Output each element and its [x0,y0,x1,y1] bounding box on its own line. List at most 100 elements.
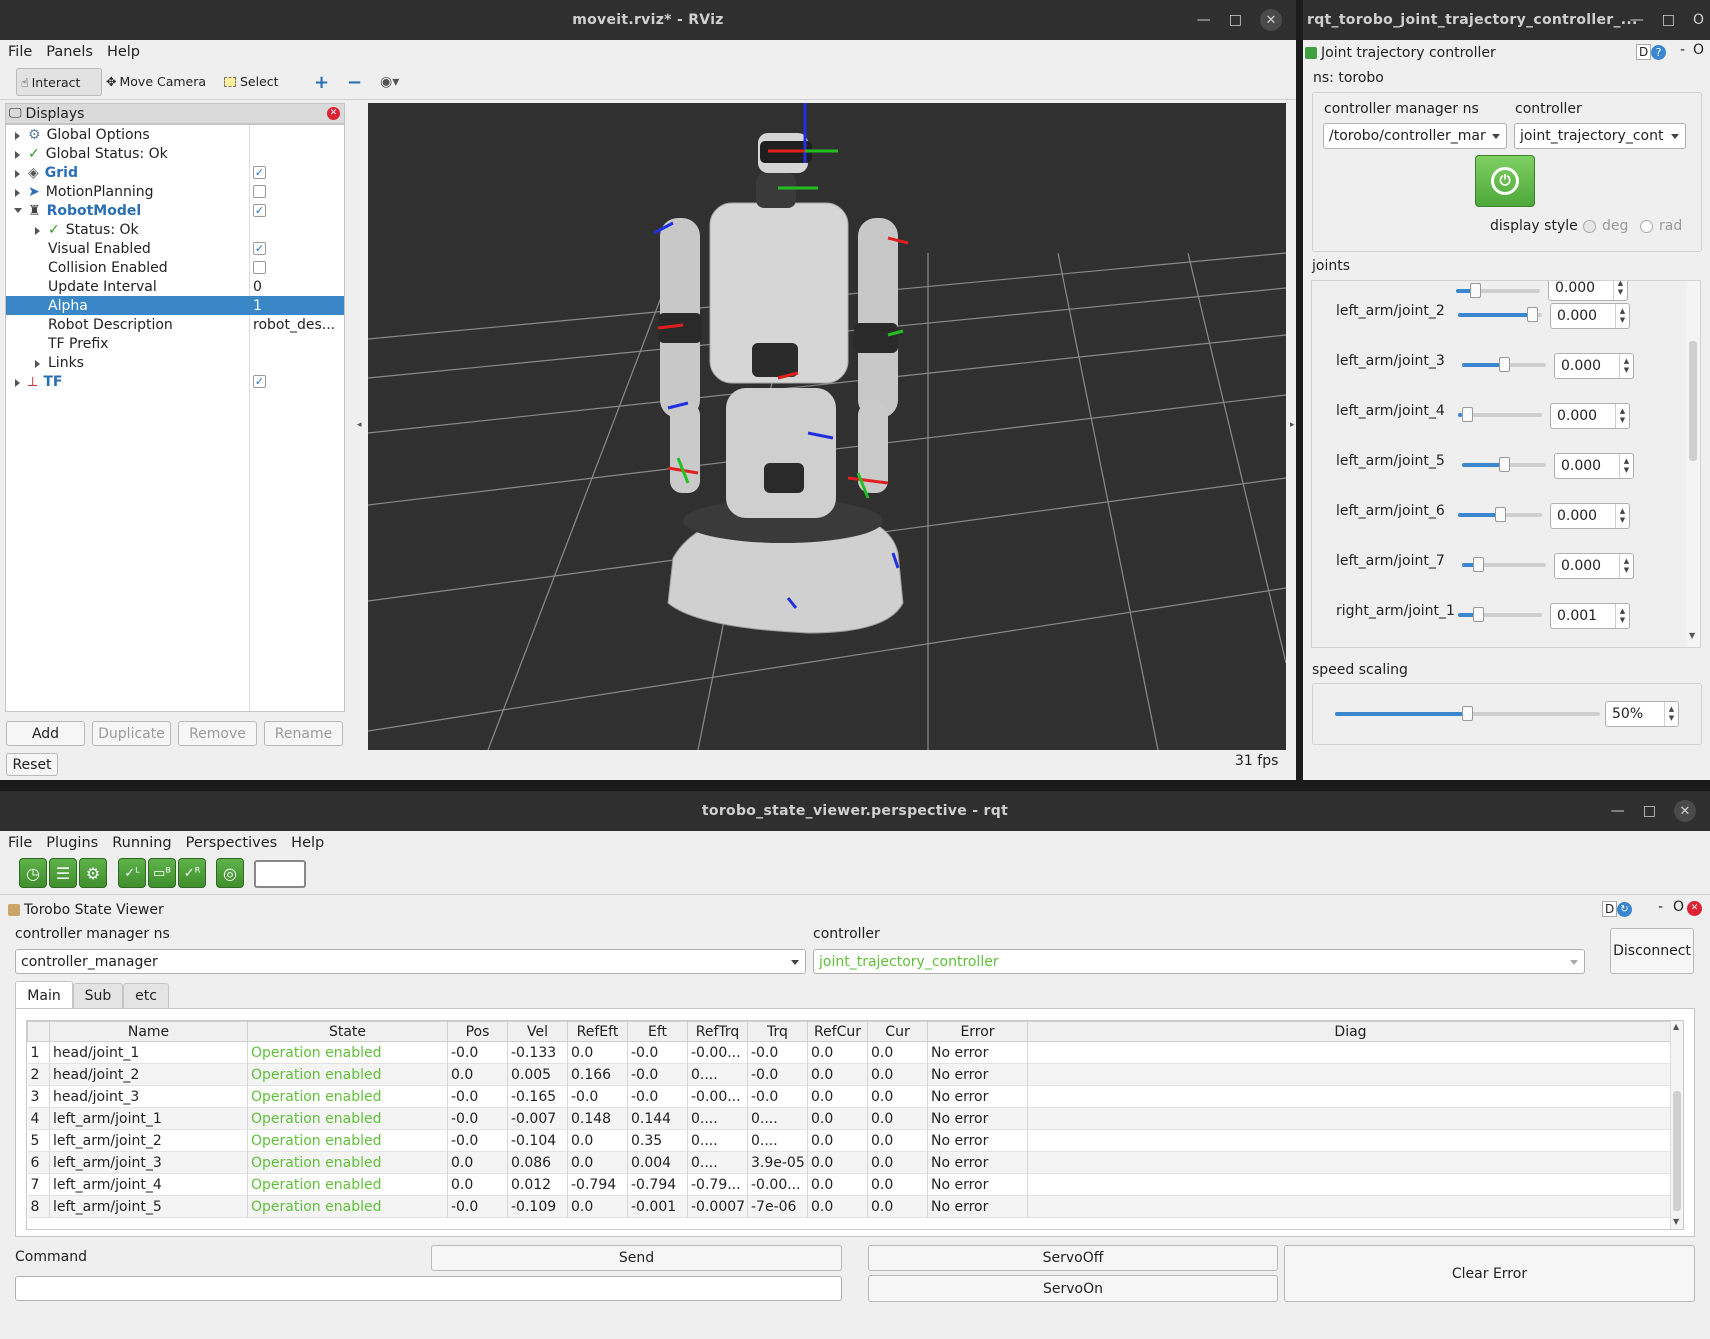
servo-off-button[interactable]: ServoOff [868,1245,1278,1271]
table-cell[interactable]: 0.0 [807,1173,868,1196]
row-number[interactable]: 8 [27,1195,50,1218]
column-header-trq[interactable]: Trq [747,1021,808,1042]
joint-spinbox[interactable]: 0.000 ▲ ▼ [1554,453,1634,479]
table-cell[interactable]: 0.0 [807,1063,868,1086]
table-cell[interactable]: head/joint_3 [49,1085,248,1108]
expand-arrow[interactable] [35,360,40,368]
tree-links[interactable]: Links [48,353,84,372]
table-cell[interactable]: -0.0 [567,1085,628,1108]
row-number[interactable]: 1 [27,1041,50,1064]
table-cell[interactable]: -0.0 [447,1107,508,1130]
battery-icon[interactable] [254,860,306,888]
table-cell[interactable]: left_arm/joint_1 [49,1107,248,1130]
menu-running[interactable]: Running [112,835,171,851]
table-cell[interactable]: Operation enabled [247,1107,448,1130]
table-cell[interactable]: 0.0 [447,1151,508,1174]
maximize-icon[interactable]: □ [1229,12,1242,28]
joint-slider[interactable] [1458,407,1542,422]
expand-arrow[interactable] [35,227,40,235]
tab-etc[interactable]: etc [123,983,169,1009]
rename-display-button[interactable]: Rename [264,721,343,746]
viewer-cm-ns-combo[interactable]: controller_manager [15,949,806,974]
table-cell[interactable]: 0.0 [567,1041,628,1064]
table-cell[interactable]: No error [927,1063,1028,1086]
table-cell[interactable]: Operation enabled [247,1041,448,1064]
column-header-refeft[interactable]: RefEft [567,1021,628,1042]
tf-checkbox[interactable]: ✓ [253,375,266,388]
table-cell[interactable]: 0.004 [627,1151,688,1174]
table-row[interactable]: 8 left_arm/joint_5 Operation enabled -0.0 -0… [27,1195,1674,1218]
menu-file[interactable]: File [8,835,32,851]
tree-collision-enabled[interactable]: Collision Enabled [48,258,168,277]
table-cell[interactable]: left_arm/joint_3 [49,1151,248,1174]
document-icon[interactable]: ☰ [49,858,77,888]
reload-icon[interactable]: ↻ [1617,902,1632,917]
scrollbar-thumb[interactable] [1673,1091,1681,1211]
tree-alpha[interactable]: Alpha [48,296,88,315]
tree-global-options[interactable]: ⚙ Global Options [28,125,150,144]
menu-plugins[interactable]: Plugins [46,835,98,851]
close-icon[interactable]: O [1693,12,1704,28]
table-cell[interactable] [1027,1063,1674,1086]
table-cell[interactable]: 0.0 [867,1151,928,1174]
expand-arrow[interactable] [15,132,20,140]
menu-file[interactable]: File [8,44,32,60]
table-cell[interactable]: 0.144 [627,1107,688,1130]
table-cell[interactable]: -0.0 [447,1041,508,1064]
table-cell[interactable]: -0.001 [627,1195,688,1218]
table-cell[interactable]: head/joint_1 [49,1041,248,1064]
add-tool-icon[interactable]: + [314,72,329,93]
jtc-controller-combo[interactable]: joint_trajectory_cont [1514,123,1686,149]
table-cell[interactable]: No error [927,1151,1028,1174]
close-plugin-icon[interactable]: O [1673,899,1684,915]
table-cell[interactable]: left_arm/joint_5 [49,1195,248,1218]
table-cell[interactable]: 0.0 [867,1195,928,1218]
row-number[interactable]: 4 [27,1107,50,1130]
deg-radio[interactable]: deg [1583,218,1628,234]
close-plugin-icon[interactable]: O [1693,42,1704,58]
joint-slider[interactable] [1456,283,1540,298]
remove-display-button[interactable]: Remove [178,721,257,746]
table-cell[interactable]: -0.79... [687,1173,748,1196]
table-row[interactable]: 3 head/joint_3 Operation enabled -0.0 -0.165… [27,1085,1674,1108]
tree-robot-description[interactable]: Robot Description [48,315,173,334]
column-header-state[interactable]: State [247,1021,448,1042]
table-cell[interactable]: 0.0 [867,1041,928,1064]
scrollbar-thumb[interactable] [1689,341,1697,461]
tree-robot-model[interactable]: ♜ RobotModel [28,201,141,220]
table-cell[interactable]: 0.... [687,1129,748,1152]
column-header-diag[interactable]: Diag [1027,1021,1674,1042]
table-cell[interactable] [1027,1085,1674,1108]
table-cell[interactable]: -0.0 [447,1129,508,1152]
table-cell[interactable]: 0.166 [567,1063,628,1086]
joint-slider[interactable] [1458,607,1542,622]
minimize-icon[interactable]: — [1197,12,1211,28]
scroll-down-icon[interactable]: ▼ [1673,1217,1679,1226]
menu-help[interactable]: Help [107,44,140,60]
table-cell[interactable]: -0.0 [627,1041,688,1064]
joint-spinbox[interactable]: 0.001 ▲ ▼ [1550,603,1630,629]
table-cell[interactable]: Operation enabled [247,1151,448,1174]
table-cell[interactable]: -0.0 [627,1085,688,1108]
table-cell[interactable]: 3.9e-05 [747,1151,808,1174]
clock-icon[interactable]: ◷ [19,858,47,888]
move-camera-tool-button[interactable]: ✥ Move Camera [106,74,206,89]
table-cell[interactable]: 0.... [747,1107,808,1130]
table-cell[interactable]: -0.794 [627,1173,688,1196]
add-display-button[interactable]: Add [6,721,85,746]
dock-button[interactable]: D [1602,901,1618,917]
servo-on-button[interactable]: ServoOn [868,1275,1278,1302]
jtc-cm-ns-combo[interactable]: /torobo/controller_mar [1323,123,1507,149]
column-header-error[interactable]: Error [927,1021,1028,1042]
table-cell[interactable]: No error [927,1041,1028,1064]
table-cell[interactable]: 0.0 [567,1195,628,1218]
joints-scrollbar[interactable]: ▼ [1686,281,1700,647]
row-number[interactable]: 7 [27,1173,50,1196]
maximize-icon[interactable]: □ [1643,803,1656,819]
table-cell[interactable]: 0.... [687,1107,748,1130]
gear-icon[interactable]: ⚙ [79,858,107,888]
column-header-name[interactable]: Name [49,1021,248,1042]
minimize-icon[interactable]: — [1611,803,1625,819]
table-cell[interactable]: -0.00... [747,1173,808,1196]
rviz-titlebar[interactable]: moveit.rviz* - RViz [0,0,1296,40]
